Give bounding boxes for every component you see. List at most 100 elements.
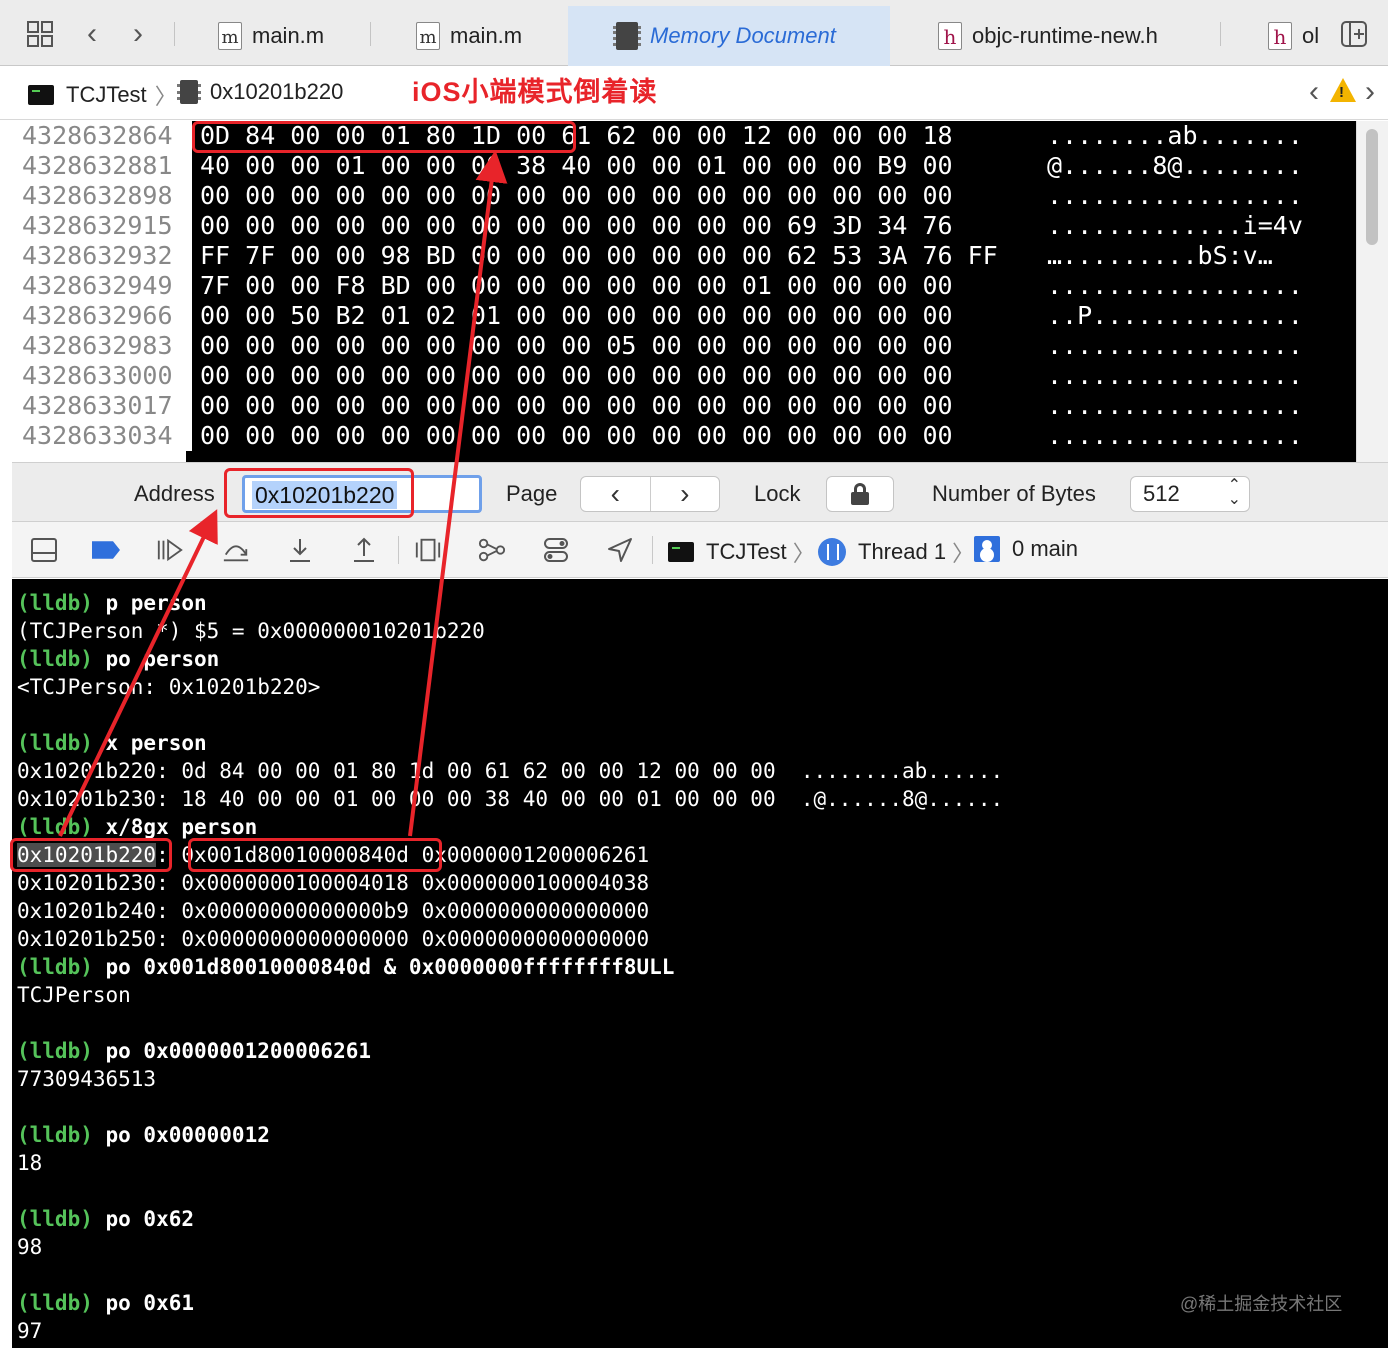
breadcrumb-project[interactable]: TCJTest 〉 — [28, 79, 177, 111]
console-output: <TCJPerson: 0x10201b220> — [17, 675, 321, 699]
address-bar: Address 0x10201b220 Page ‹ › Lock Number… — [12, 462, 1388, 522]
tab-overflow[interactable]: h ol — [1268, 6, 1328, 66]
previous-issue-icon[interactable]: ‹ — [1296, 74, 1332, 110]
debug-breadcrumb-target[interactable]: TCJTest 〉 — [668, 536, 815, 568]
page-next-button[interactable]: › — [649, 477, 720, 511]
memory-row: 4328633017 00 00 00 00 00 00 00 00 00 00 … — [12, 391, 1356, 421]
lock-label: Lock — [754, 481, 801, 506]
lldb-console[interactable]: (lldb) p person (TCJPerson *) $5 = 0x0000… — [12, 579, 1388, 1348]
stack-frame-icon — [974, 536, 1000, 562]
jump-bar: TCJTest 〉 0x10201b220 ‹ › — [0, 66, 1388, 120]
memory-row-bytes: 00 00 00 00 00 00 00 00 00 00 00 00 00 0… — [200, 181, 953, 210]
console-output: 98 — [17, 1235, 43, 1259]
environment-overrides-icon[interactable] — [542, 536, 570, 564]
lldb-prompt: (lldb) — [17, 591, 93, 615]
debug-thread-label: Thread 1 — [858, 539, 947, 564]
lldb-prompt: (lldb) — [17, 815, 93, 839]
console-line: 18 — [17, 1149, 42, 1177]
console-line: 0x10201b220: 0d 84 00 00 01 80 1d 00 61 … — [17, 757, 1003, 785]
memory-row-ascii: ................. — [1047, 361, 1303, 390]
memory-row-address: 4328632949 — [22, 271, 192, 301]
hide-debug-area-icon[interactable] — [30, 536, 58, 564]
breakpoints-icon[interactable] — [92, 536, 120, 564]
console-command: x person — [92, 731, 207, 755]
console-line: (TCJPerson *) $5 = 0x000000010201b220 — [17, 617, 485, 645]
memory-row-bytes: FF 7F 00 00 98 BD 00 00 00 00 00 00 00 6… — [200, 241, 998, 270]
console-output: 0x10201b240: 0x00000000000000b9 0x000000… — [17, 899, 650, 923]
step-over-icon[interactable] — [222, 536, 250, 564]
debug-frame-label: 0 main — [1012, 536, 1079, 561]
memory-hex-view[interactable]: 4328632864 0D 84 00 00 01 80 1D 00 61 62 … — [12, 121, 1356, 462]
console-output: 0x10201b220: 0d 84 00 00 01 80 1d 00 61 … — [17, 759, 1004, 783]
console-line: (lldb) po 0x001d80010000840d & 0x0000000… — [17, 953, 674, 981]
memory-row-ascii: @......8@........ — [1047, 151, 1303, 180]
console-line: (lldb) x/8gx person — [17, 813, 257, 841]
memory-row-address: 4328632881 — [22, 151, 192, 181]
memory-row-bytes: 00 00 00 00 00 00 00 00 00 00 00 00 00 0… — [200, 421, 953, 450]
memory-row-address: 4328633017 — [22, 391, 192, 421]
tab-separator — [1220, 22, 1221, 46]
memory-row-bytes: 7F 00 00 F8 BD 00 00 00 00 00 00 00 01 0… — [200, 271, 953, 300]
lock-button[interactable] — [826, 476, 894, 512]
memory-row-bytes: 00 00 00 00 00 00 00 00 00 00 00 00 00 0… — [200, 391, 953, 420]
chevron-right-icon: 〉 — [792, 541, 815, 566]
console-command: po 0x001d80010000840d & 0x0000000fffffff… — [92, 955, 675, 979]
memory-chip-icon — [177, 80, 201, 104]
view-hierarchy-icon[interactable] — [414, 536, 442, 564]
memory-row-bytes: 00 00 00 00 00 00 00 00 00 00 00 00 00 6… — [200, 211, 953, 240]
memory-row: 4328632983 00 00 00 00 00 00 00 00 00 05 … — [12, 331, 1356, 361]
forward-icon[interactable]: › — [120, 16, 156, 52]
page-stepper: ‹ › — [580, 476, 720, 512]
annotation-box-console-address — [10, 838, 172, 872]
console-command: po 0x61 — [92, 1291, 195, 1315]
annotation-box-first-8-bytes — [192, 121, 576, 153]
console-line: 0x10201b230: 18 40 00 00 01 00 00 00 38 … — [17, 785, 1003, 813]
memory-row-address: 4328632898 — [22, 181, 192, 211]
tab-label: ol — [1302, 23, 1320, 48]
console-output: TCJPerson — [17, 983, 131, 1007]
back-icon[interactable]: ‹ — [74, 16, 110, 52]
debug-breadcrumb-thread[interactable]: Thread 1 〉 — [818, 536, 974, 568]
memory-row-bytes: 00 00 00 00 00 00 00 00 00 05 00 00 00 0… — [200, 331, 953, 360]
grid-icon[interactable] — [22, 16, 58, 52]
memory-row: 4328632915 00 00 00 00 00 00 00 00 00 00 … — [12, 211, 1356, 241]
step-out-icon[interactable] — [350, 536, 378, 564]
tab-main-1[interactable]: m main.m — [218, 6, 324, 66]
console-line: (lldb) p person — [17, 589, 207, 617]
scrollbar-thumb[interactable] — [1366, 129, 1378, 245]
tab-objc-runtime-new[interactable]: h objc-runtime-new.h — [938, 6, 1158, 66]
address-label: Address — [134, 481, 215, 506]
tab-bar: ‹ › m main.m m main.m Memory Document h … — [0, 0, 1388, 66]
terminal-icon — [28, 85, 54, 105]
console-line: 97 — [17, 1317, 42, 1345]
memory-scrollbar[interactable] — [1356, 121, 1388, 462]
debug-breadcrumb-frame[interactable]: 0 main — [974, 536, 1078, 562]
breadcrumb-document[interactable]: 0x10201b220 — [177, 79, 343, 105]
lldb-prompt: (lldb) — [17, 731, 93, 755]
next-issue-icon[interactable]: › — [1352, 74, 1388, 110]
tab-memory-document[interactable]: Memory Document — [568, 6, 890, 66]
lldb-prompt: (lldb) — [17, 1039, 93, 1063]
lldb-prompt: (lldb) — [17, 647, 93, 671]
continue-icon[interactable] — [156, 536, 184, 564]
console-output: 77309436513 — [17, 1067, 157, 1091]
step-into-icon[interactable] — [286, 536, 314, 564]
simulate-location-icon[interactable] — [606, 536, 634, 564]
bytes-select[interactable]: 512 ⌃ ⌄ — [1130, 476, 1250, 512]
tab-main-2[interactable]: m main.m — [416, 6, 522, 66]
console-line: 0x10201b240: 0x00000000000000b9 0x000000… — [17, 897, 649, 925]
memory-graph-icon[interactable] — [478, 536, 506, 564]
add-editor-icon[interactable] — [1336, 16, 1372, 52]
bytes-value: 512 — [1143, 481, 1180, 506]
page-previous-button[interactable]: ‹ — [581, 477, 650, 511]
annotation-box-address — [224, 468, 414, 518]
console-output: 0x10201b230: 18 40 00 00 01 00 00 00 38 … — [17, 787, 1004, 811]
console-line: <TCJPerson: 0x10201b220> — [17, 673, 320, 701]
memory-row-ascii: ..P.............. — [1047, 301, 1303, 330]
memory-chip-icon — [613, 22, 641, 50]
lock-icon — [827, 477, 893, 511]
h-file-icon: h — [1268, 22, 1292, 50]
memory-row-bytes: 00 00 50 B2 01 02 01 00 00 00 00 00 00 0… — [200, 301, 953, 330]
memory-row: 4328632949 7F 00 00 F8 BD 00 00 00 00 00 … — [12, 271, 1356, 301]
chevron-right-icon: 〉 — [154, 84, 177, 109]
